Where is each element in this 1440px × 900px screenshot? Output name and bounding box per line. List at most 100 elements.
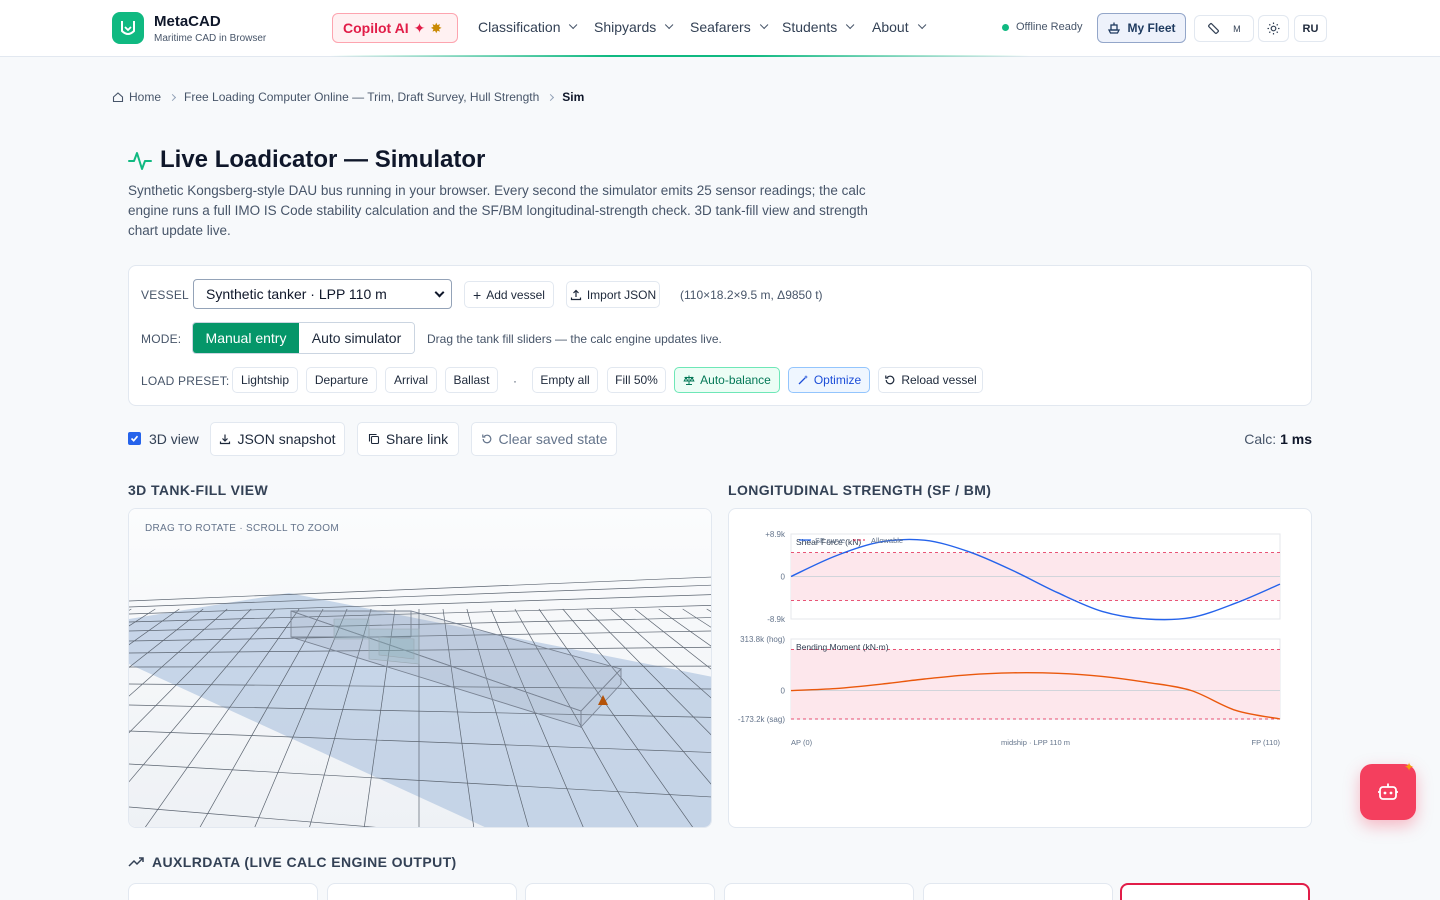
chevron-down-icon — [434, 287, 445, 298]
preset-departure[interactable]: Departure — [306, 367, 377, 393]
tank-3d-view[interactable]: DRAG TO ROTATE · SCROLL TO ZOOM — [128, 508, 712, 828]
trending-up-icon — [128, 857, 144, 867]
output-card-alert — [1120, 883, 1310, 900]
breadcrumb-separator-icon — [168, 93, 177, 101]
calc-label: Calc: — [1244, 431, 1277, 447]
legend-sf-label: SF curve — [815, 536, 845, 545]
status-dot-icon — [1002, 23, 1009, 31]
output-title: AUXLRDATA (LIVE CALC ENGINE OUTPUT) — [152, 854, 457, 870]
bee-icon: ✸ — [430, 19, 443, 36]
output-card — [128, 883, 318, 900]
my-fleet-button[interactable]: My Fleet — [1097, 13, 1186, 43]
x-tick-label: FP (110) — [1252, 738, 1281, 747]
load-preset-label: LOAD PRESET: — [141, 374, 230, 388]
chart-title: Bending Moment (kN·m) — [796, 642, 889, 652]
check-icon — [130, 435, 139, 442]
mode-manual-button[interactable]: Manual entry — [193, 323, 299, 353]
y-tick-label: +8.9k — [765, 530, 786, 539]
preset-arrival[interactable]: Arrival — [385, 367, 437, 393]
mode-toggle: Manual entry Auto simulator — [192, 322, 415, 354]
activity-pulse-icon — [128, 152, 152, 170]
y-tick-label: -173.2k (sag) — [738, 715, 785, 724]
upload-icon — [570, 289, 581, 300]
3d-view-label[interactable]: 3D view — [149, 431, 199, 447]
reload-vessel-label: Reload vessel — [901, 373, 977, 387]
nav-label: Classification — [478, 19, 561, 35]
mode-auto-button[interactable]: Auto simulator — [299, 323, 414, 353]
json-snapshot-label: JSON snapshot — [237, 431, 336, 447]
nav-about[interactable]: About — [872, 19, 926, 35]
download-icon — [220, 434, 231, 445]
nav-classification[interactable]: Classification — [478, 19, 578, 35]
home-icon — [112, 92, 124, 103]
output-card — [724, 883, 914, 900]
brand-subtitle: Maritime CAD in Browser — [154, 33, 267, 44]
mode-label: MODE: — [141, 332, 182, 346]
strength-title: LONGITUDINAL STRENGTH (SF / BM) — [728, 482, 992, 498]
sun-icon — [1267, 22, 1280, 35]
import-json-label: Import JSON — [586, 287, 657, 302]
nav-seafarers[interactable]: Seafarers — [690, 19, 769, 35]
share-link-button[interactable]: Share link — [357, 422, 459, 456]
preset-lightship[interactable]: Lightship — [232, 367, 298, 393]
strength-chart: +8.9k0-8.9kShear Force (kN)313.8k (hog)0… — [738, 530, 1281, 747]
clear-saved-state-button[interactable]: Clear saved state — [471, 422, 617, 456]
y-tick-label: 0 — [781, 687, 786, 696]
copy-icon — [368, 433, 379, 445]
ship-icon — [1108, 22, 1121, 34]
json-snapshot-button[interactable]: JSON snapshot — [210, 422, 345, 456]
sparkle-icon: ✦ — [413, 19, 426, 36]
empty-all-button[interactable]: Empty all — [532, 367, 598, 393]
auto-balance-label: Auto-balance — [700, 373, 771, 387]
offline-label: Offline Ready — [1016, 21, 1083, 33]
vessel-select-value: Synthetic tanker · LPP 110 m — [206, 286, 387, 302]
preset-separator: · — [513, 374, 517, 388]
tank-3d-canvas[interactable] — [129, 509, 712, 828]
offline-status: Offline Ready — [1002, 21, 1082, 33]
nav-label: Students — [782, 19, 838, 35]
tank-view-title: 3D TANK-FILL VIEW — [128, 482, 269, 498]
brand-name[interactable]: MetaCAD — [154, 13, 221, 30]
output-title-row: AUXLRDATA (LIVE CALC ENGINE OUTPUT) — [128, 854, 457, 870]
theme-toggle-button[interactable] — [1258, 15, 1289, 42]
fill-50-button[interactable]: Fill 50% — [607, 367, 666, 393]
allowable-band — [791, 649, 1280, 719]
vessel-label: VESSEL — [141, 288, 189, 302]
breadcrumb-home[interactable]: Home — [112, 90, 161, 104]
nav-label: Shipyards — [594, 19, 657, 35]
breadcrumb-parent[interactable]: Free Loading Computer Online — Trim, Dra… — [184, 90, 539, 104]
metacad-logo-icon[interactable] — [112, 12, 144, 44]
copilot-label: Copilot AI — [343, 20, 409, 36]
header-accent-line — [330, 55, 1030, 57]
output-card — [923, 883, 1113, 900]
add-vessel-button[interactable]: + Add vessel — [464, 281, 554, 308]
language-button[interactable]: RU — [1294, 15, 1327, 42]
optimize-button[interactable]: Optimize — [788, 367, 870, 393]
plus-icon: + — [473, 286, 482, 303]
page-title-row: Live Loadicator — Simulator — [128, 146, 485, 174]
breadcrumb: Home Free Loading Computer Online — Trim… — [112, 90, 584, 104]
reload-icon — [885, 375, 895, 385]
preset-ballast[interactable]: Ballast — [445, 367, 498, 393]
reset-icon — [481, 434, 491, 444]
breadcrumb-separator-icon — [547, 93, 555, 101]
robot-icon — [1378, 783, 1398, 800]
y-tick-label: 0 — [781, 573, 786, 582]
scale-icon — [683, 375, 695, 385]
copilot-ai-button[interactable]: Copilot AI ✦ ✸ — [332, 13, 458, 43]
fleet-label: My Fleet — [1127, 21, 1176, 35]
clear-saved-label: Clear saved state — [498, 431, 608, 447]
ruler-icon — [1208, 23, 1220, 34]
tools-label: M — [1233, 23, 1241, 34]
import-json-button[interactable]: Import JSON — [566, 281, 660, 308]
tools-button[interactable]: M — [1194, 15, 1254, 42]
y-tick-label: -8.9k — [767, 615, 786, 624]
reload-vessel-button[interactable]: Reload vessel — [878, 367, 983, 393]
vessel-select[interactable]: Synthetic tanker · LPP 110 m — [193, 279, 452, 309]
legend-allowable-label: Allowable — [871, 536, 903, 545]
nav-shipyards[interactable]: Shipyards — [594, 19, 674, 35]
nav-students[interactable]: Students — [782, 19, 855, 35]
calc-value: 1 ms — [1280, 431, 1312, 447]
3d-view-checkbox[interactable] — [128, 432, 141, 445]
auto-balance-button[interactable]: Auto-balance — [674, 367, 780, 393]
